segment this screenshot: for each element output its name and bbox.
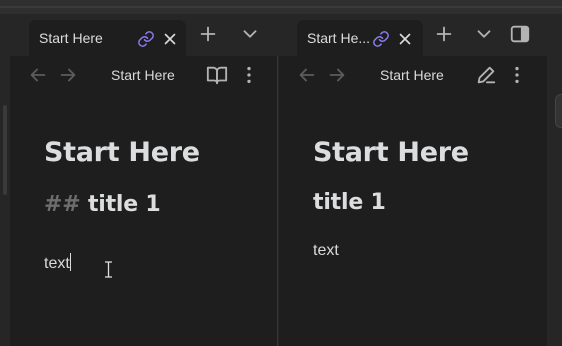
link-icon (138, 31, 154, 47)
heading-2[interactable]: title 1 (313, 190, 386, 215)
tab-start-here-right[interactable]: Start He... (297, 20, 423, 56)
window-top-strip (0, 0, 562, 14)
left-edge (0, 56, 10, 346)
sidebar-toggle-icon[interactable] (509, 23, 531, 45)
arrow-right-icon[interactable] (326, 64, 348, 86)
right-sidebar-handle[interactable] (555, 94, 562, 128)
pencil-icon[interactable] (475, 64, 497, 86)
left-editor-pane: Start Here Start Here ## title 1 text (10, 56, 278, 346)
view-header-title[interactable]: Start Here (111, 67, 175, 83)
heading-markdown-marker: ## (44, 192, 81, 217)
chevron-down-icon[interactable] (239, 23, 261, 45)
heading-1[interactable]: Start Here (313, 137, 469, 168)
plus-icon[interactable] (433, 23, 455, 45)
left-tab-bar: Start Here (0, 14, 278, 56)
chevron-down-icon[interactable] (473, 23, 495, 45)
heading-1[interactable]: Start Here (44, 137, 200, 168)
right-tab-bar: Start He... (278, 14, 562, 56)
right-editor-pane: Start Here Start Here title 1 text (279, 56, 547, 346)
tab-title: Start He... (307, 30, 371, 46)
more-vertical-icon[interactable] (238, 64, 260, 86)
paragraph[interactable]: text (44, 253, 71, 273)
pane-divider[interactable] (277, 56, 278, 346)
text-caret (69, 253, 71, 271)
book-open-icon[interactable] (206, 64, 228, 86)
more-vertical-icon[interactable] (506, 64, 528, 86)
text-cursor-icon (105, 261, 112, 278)
left-ribbon-handle[interactable] (3, 105, 7, 195)
close-icon[interactable] (161, 30, 179, 48)
close-icon[interactable] (396, 30, 414, 48)
arrow-left-icon[interactable] (27, 64, 49, 86)
plus-icon[interactable] (197, 23, 219, 45)
view-header-title[interactable]: Start Here (380, 67, 444, 83)
heading-2-text: title 1 (87, 192, 161, 217)
tab-title: Start Here (39, 30, 103, 46)
paragraph-text: text (44, 255, 70, 272)
heading-2[interactable]: ## title 1 (44, 192, 161, 217)
paragraph[interactable]: text (313, 242, 339, 260)
arrow-left-icon[interactable] (296, 64, 318, 86)
tab-start-here-left[interactable]: Start Here (29, 20, 186, 56)
link-icon (373, 31, 389, 47)
arrow-right-icon[interactable] (57, 64, 79, 86)
